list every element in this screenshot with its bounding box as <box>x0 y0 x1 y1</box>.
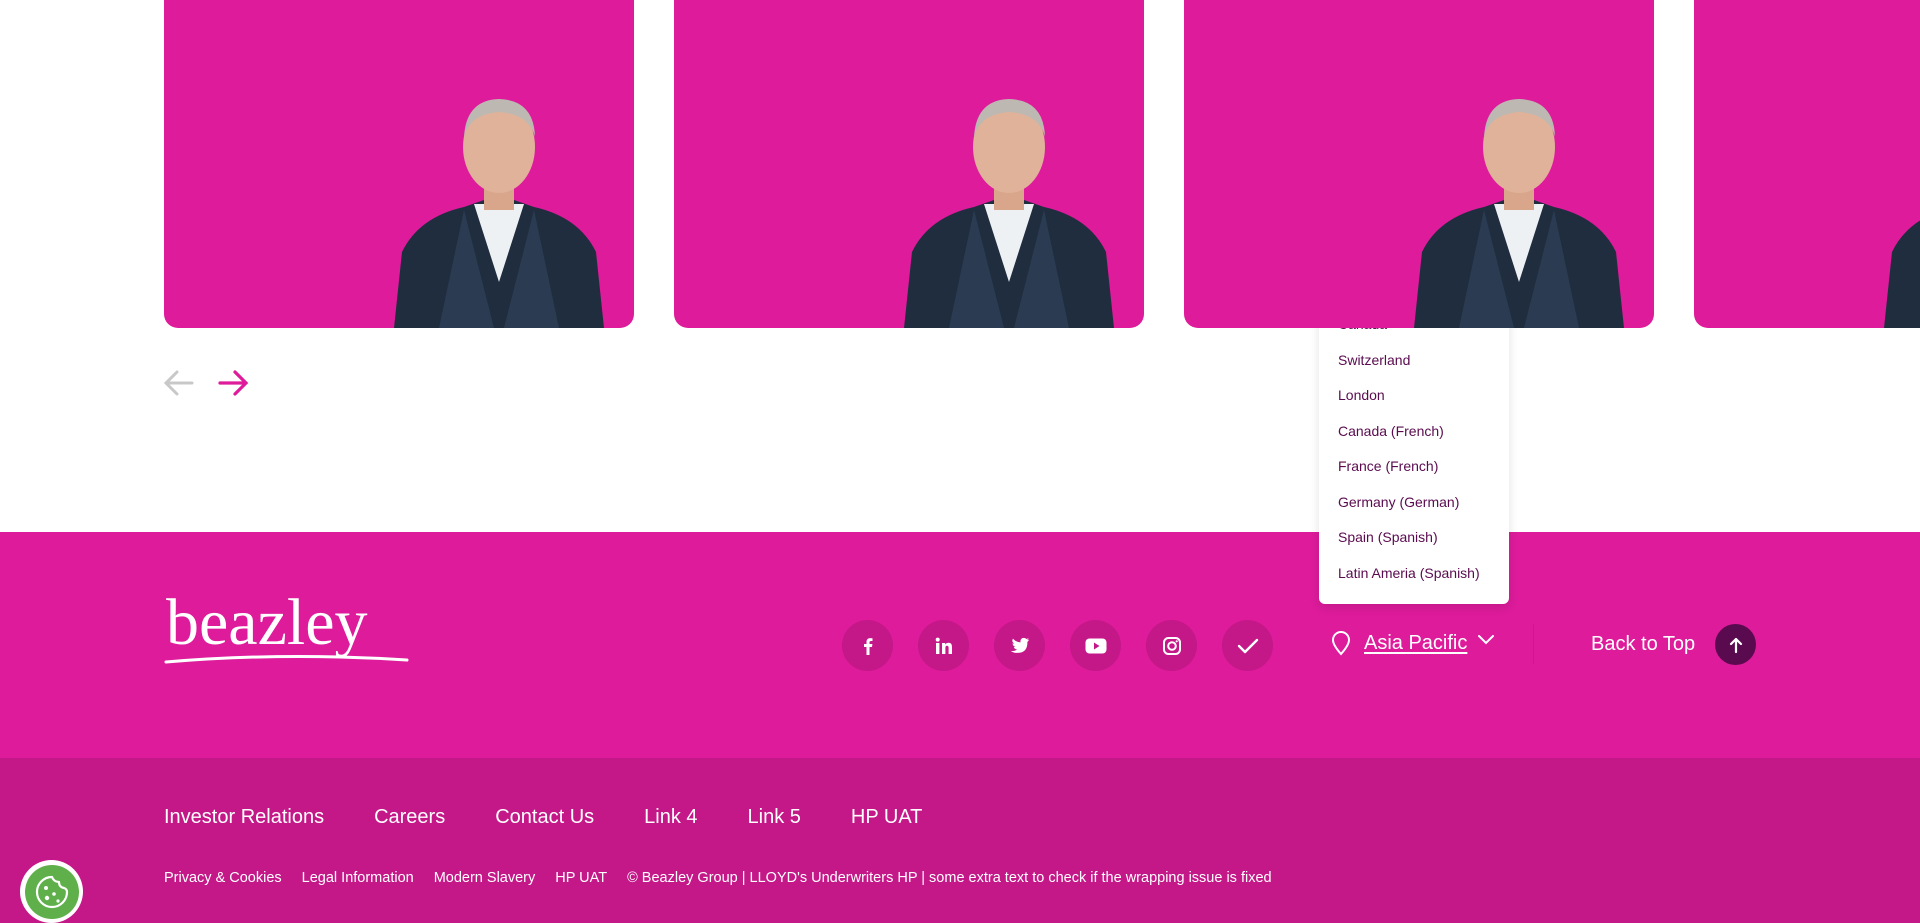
back-to-top-label: Back to Top <box>1591 633 1696 655</box>
region-option[interactable]: London <box>1338 378 1480 414</box>
carousel-card[interactable] <box>1184 0 1654 328</box>
carousel-card[interactable] <box>674 0 1144 328</box>
carousel-prev-button[interactable] <box>162 366 196 400</box>
instagram-link[interactable] <box>1146 620 1197 671</box>
twitter-link[interactable] <box>994 620 1045 671</box>
cookie-icon <box>35 875 68 908</box>
chevron-down-icon[interactable] <box>1477 634 1495 646</box>
arrow-up-icon <box>1729 637 1742 653</box>
facebook-link[interactable] <box>842 620 893 671</box>
region-option[interactable]: Canada (French) <box>1338 414 1480 450</box>
region-option[interactable]: Spain (Spanish) <box>1338 520 1480 556</box>
footer-link-contact-us[interactable]: Contact Us <box>495 806 594 829</box>
facebook-icon <box>863 637 872 655</box>
check-icon <box>1237 638 1258 653</box>
social-links <box>842 620 1273 671</box>
svg-text:beazley: beazley <box>166 590 368 659</box>
location-pin-icon <box>1331 631 1351 656</box>
region-options-list: CanadaSwitzerlandLondonCanada (French)Fr… <box>1338 310 1480 591</box>
cookie-button-inner <box>24 864 79 919</box>
footer-link-careers[interactable]: Careers <box>374 806 445 829</box>
footer-link-4[interactable]: Link 4 <box>644 806 697 829</box>
footer-primary-nav: Investor Relations Careers Contact Us Li… <box>164 806 922 829</box>
linkedin-link[interactable] <box>918 620 969 671</box>
carousel-card[interactable] <box>1694 0 1920 328</box>
arrow-left-icon <box>163 370 194 396</box>
linkedin-icon <box>935 637 952 654</box>
youtube-link[interactable] <box>1070 620 1121 671</box>
copyright-text: © Beazley Group | LLOYD's Underwriters H… <box>627 870 1272 886</box>
team-carousel <box>0 0 1920 532</box>
legal-link-modern-slavery[interactable]: Modern Slavery <box>434 870 536 886</box>
footer-link-investor-relations[interactable]: Investor Relations <box>164 806 324 829</box>
carousel-controls <box>162 366 250 400</box>
portrait-image <box>904 99 1114 328</box>
region-option[interactable]: Latin Ameria (Spanish) <box>1338 556 1480 592</box>
footer-top: beazley Asia Pacific Back to Top <box>0 532 1920 758</box>
region-option[interactable]: Switzerland <box>1338 343 1480 379</box>
portrait-image <box>1884 220 1920 328</box>
portrait-image <box>394 99 604 328</box>
carousel-next-button[interactable] <box>216 366 250 400</box>
back-to-top-button[interactable]: Back to Top <box>1591 624 1757 665</box>
legal-link-privacy[interactable]: Privacy & Cookies <box>164 870 282 886</box>
carousel-card[interactable] <box>164 0 634 328</box>
back-to-top-circle <box>1715 624 1757 665</box>
footer-legal-nav: Privacy & Cookies Legal Information Mode… <box>164 870 1272 886</box>
check-link[interactable] <box>1222 620 1273 671</box>
youtube-icon <box>1085 638 1106 653</box>
footer-link-hp-uat[interactable]: HP UAT <box>851 806 923 829</box>
footer-link-5[interactable]: Link 5 <box>748 806 801 829</box>
footer-bottom: Investor Relations Careers Contact Us Li… <box>0 758 1920 923</box>
legal-link-hp-uat[interactable]: HP UAT <box>555 870 607 886</box>
twitter-icon <box>1010 637 1030 653</box>
arrow-right-icon <box>218 370 249 396</box>
beazley-logo[interactable]: beazley <box>164 590 409 670</box>
instagram-icon <box>1162 636 1181 655</box>
legal-link-legal-information[interactable]: Legal Information <box>302 870 414 886</box>
footer-divider <box>1533 624 1534 664</box>
region-dropdown-menu: CanadaSwitzerlandLondonCanada (French)Fr… <box>1319 310 1509 604</box>
portrait-image <box>1414 99 1624 328</box>
cookie-settings-button[interactable] <box>20 860 83 923</box>
region-option[interactable]: France (French) <box>1338 449 1480 485</box>
region-option[interactable]: Germany (German) <box>1338 485 1480 521</box>
region-selector[interactable]: Asia Pacific <box>1330 630 1495 656</box>
region-selected-label[interactable]: Asia Pacific <box>1364 632 1467 655</box>
